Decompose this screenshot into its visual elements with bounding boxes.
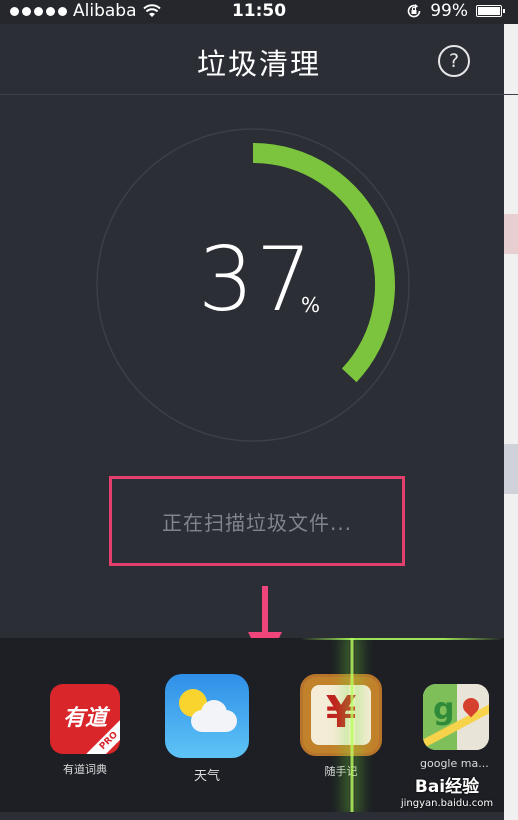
help-icon: ? (448, 50, 460, 72)
status-right: 99% (406, 1, 505, 21)
background-page-edge (504, 24, 518, 820)
scan-status-highlight: 正在扫描垃圾文件... (109, 476, 405, 566)
app-label: 有道词典 (63, 763, 107, 776)
scan-status-text: 正在扫描垃圾文件... (161, 510, 353, 535)
app-label: 随手记 (324, 765, 358, 778)
nav-bar: 垃圾清理 ? (0, 24, 518, 95)
watermark-url: jingyan.baidu.com (400, 798, 494, 809)
app-google-maps[interactable]: g google ma... (418, 684, 494, 770)
battery-percent: 99% (430, 1, 468, 21)
app-suishouji[interactable]: ¥ 随手记 (298, 674, 384, 779)
progress-value: 37 (198, 228, 314, 331)
app-label: google ma... (420, 757, 489, 770)
app-weather[interactable]: 天气 (164, 674, 250, 784)
watermark-brand: Bai经验 (414, 777, 480, 797)
suishouji-icon: ¥ (300, 674, 382, 756)
watermark: Bai经验 jingyan.baidu.com (392, 772, 502, 809)
weather-icon (165, 674, 249, 758)
google-maps-icon: g (423, 684, 489, 750)
status-bar: Alibaba 11:50 99% (0, 0, 518, 24)
youdao-dict-icon: 有道 PRO (50, 684, 120, 754)
help-button[interactable]: ? (438, 45, 470, 77)
rotation-lock-icon (407, 4, 421, 18)
progress-unit: % (301, 293, 321, 317)
scan-line (349, 638, 355, 812)
scan-edge-line (300, 638, 504, 640)
app-youdao[interactable]: 有道 PRO 有道词典 (44, 684, 126, 777)
app-label: 天气 (193, 769, 220, 784)
battery-icon (476, 5, 505, 17)
